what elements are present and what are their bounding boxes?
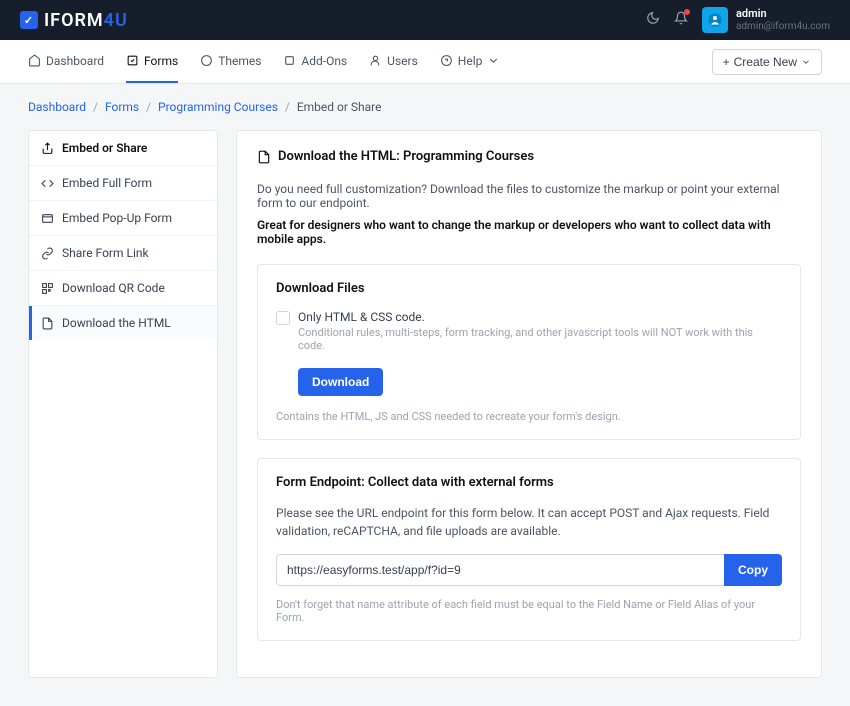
endpoint-card: Form Endpoint: Collect data with externa… (257, 458, 801, 641)
chevron-down-icon (487, 54, 500, 67)
qr-icon (41, 282, 54, 295)
logo-text-main: IFORM (44, 10, 104, 31)
logo[interactable]: ✓ IFORM4U (20, 10, 128, 31)
notifications-icon[interactable] (674, 11, 688, 29)
nav-dashboard[interactable]: Dashboard (28, 40, 104, 83)
user-name: admin (736, 8, 830, 20)
code-icon (41, 177, 54, 190)
notification-dot (684, 9, 690, 15)
create-new-button[interactable]: + Create New (712, 49, 822, 75)
logo-text-suffix: 4U (104, 10, 128, 31)
nav-users[interactable]: Users (369, 40, 418, 83)
card-title: Download Files (276, 281, 782, 296)
nav-addons[interactable]: Add-Ons (283, 40, 347, 83)
link-icon (41, 247, 54, 260)
nav-help[interactable]: Help (440, 40, 501, 83)
breadcrumb-link[interactable]: Programming Courses (158, 100, 278, 114)
checkbox-description: Conditional rules, multi-steps, form tra… (298, 326, 782, 352)
user-menu[interactable]: admin admin@iform4u.com (702, 7, 830, 33)
sidebar-item-qr[interactable]: Download QR Code (29, 271, 217, 306)
sidebar: Embed or Share Embed Full Form Embed Pop… (28, 130, 218, 678)
download-files-card: Download Files Only HTML & CSS code. Con… (257, 264, 801, 440)
file-icon (41, 317, 54, 330)
main-panel: Download the HTML: Programming Courses D… (236, 130, 822, 678)
nav-forms[interactable]: Forms (126, 40, 178, 83)
page-title: Download the HTML: Programming Courses (257, 149, 801, 164)
sidebar-item-embed-popup[interactable]: Embed Pop-Up Form (29, 201, 217, 236)
card-title: Form Endpoint: Collect data with externa… (276, 475, 782, 490)
download-note: Contains the HTML, JS and CSS needed to … (276, 410, 782, 423)
breadcrumb: Dashboard / Forms / Programming Courses … (0, 84, 850, 130)
endpoint-description: Please see the URL endpoint for this for… (276, 504, 782, 540)
navbar: Dashboard Forms Themes Add-Ons Users Hel… (0, 40, 850, 84)
sidebar-item-download-html[interactable]: Download the HTML (29, 306, 217, 340)
avatar (702, 7, 728, 33)
nav-themes[interactable]: Themes (200, 40, 261, 83)
only-html-css-checkbox[interactable] (276, 311, 290, 325)
file-icon (257, 150, 271, 164)
topbar-right: admin admin@iform4u.com (646, 7, 830, 33)
share-icon (41, 142, 54, 155)
endpoint-url-input[interactable] (276, 554, 724, 586)
plus-icon: + (723, 55, 730, 69)
intro-bold-text: Great for designers who want to change t… (257, 218, 801, 246)
breadcrumb-link[interactable]: Dashboard (28, 100, 86, 114)
form-icon (126, 54, 139, 67)
checkbox-label: Only HTML & CSS code. (298, 310, 782, 324)
topbar: ✓ IFORM4U admin admin@iform4u.com (0, 0, 850, 40)
chevron-down-icon (801, 57, 811, 67)
home-icon (28, 54, 41, 67)
intro-text: Do you need full customization? Download… (257, 182, 801, 210)
users-icon (369, 54, 382, 67)
endpoint-footer-note: Don't forget that name attribute of each… (276, 598, 782, 624)
help-icon (440, 54, 453, 67)
breadcrumb-current: Embed or Share (297, 100, 382, 114)
logo-check-icon: ✓ (20, 11, 38, 29)
download-button[interactable]: Download (298, 368, 383, 396)
theme-toggle-icon[interactable] (646, 11, 660, 29)
sidebar-item-embed-full[interactable]: Embed Full Form (29, 166, 217, 201)
popup-icon (41, 212, 54, 225)
sidebar-item-share-link[interactable]: Share Form Link (29, 236, 217, 271)
puzzle-icon (283, 54, 296, 67)
user-email: admin@iform4u.com (736, 21, 830, 32)
breadcrumb-link[interactable]: Forms (105, 100, 139, 114)
copy-button[interactable]: Copy (724, 554, 782, 586)
sidebar-heading: Embed or Share (29, 131, 217, 166)
palette-icon (200, 54, 213, 67)
